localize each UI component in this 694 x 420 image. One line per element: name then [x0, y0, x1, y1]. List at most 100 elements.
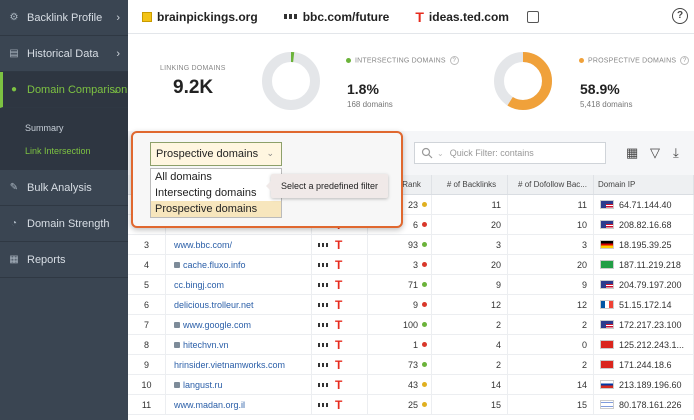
ted-favicon-icon: T: [335, 317, 343, 332]
header-dofollow[interactable]: # of Dofollow Bac...: [508, 175, 594, 194]
header-backlinks[interactable]: # of Backlinks: [432, 175, 508, 194]
help-icon[interactable]: ?: [672, 8, 688, 24]
sidebar-item-reports[interactable]: ▦ Reports: [0, 242, 128, 278]
row-domain-link[interactable]: www.madan.org.il: [174, 400, 245, 410]
sidebar-item-bulk-analysis[interactable]: ✎ Bulk Analysis: [0, 170, 128, 206]
intersecting-count: 168 domains: [347, 100, 393, 109]
predefined-filter-select[interactable]: Prospective domains ⌄: [150, 142, 282, 166]
row-domain-link[interactable]: cc.bingj.com: [174, 280, 224, 290]
prospective-value: 58.9%: [580, 81, 620, 97]
table-row[interactable]: 3 www.bbc.com/T 93 3 3 18.195.39.25: [128, 234, 694, 255]
row-domain[interactable]: langust.ru: [166, 374, 312, 395]
sidebar-item-backlink-profile[interactable]: ⚙ Backlink Profile ›: [0, 0, 128, 36]
row-domain-link[interactable]: langust.ru: [183, 380, 223, 390]
row-domain[interactable]: www.google.com: [166, 314, 312, 335]
row-ip-value: 51.15.172.14: [619, 299, 672, 310]
header-domain-ip[interactable]: Domain IP: [594, 175, 694, 194]
row-ip-value: 208.82.16.68: [619, 219, 672, 230]
rank-dot-icon: [422, 362, 427, 367]
gear-icon: ⚙: [9, 12, 19, 23]
row-ip-value: 171.244.18.6: [619, 359, 672, 370]
row-dofollow: 3: [508, 234, 594, 255]
row-domain[interactable]: www.bbc.com/: [166, 234, 312, 255]
row-rank-value: 93: [407, 239, 418, 250]
table-row[interactable]: 11 www.madan.org.il T 25 15 15 80.178.161.226: [128, 394, 694, 415]
predefined-filter-popup: Prospective domains ⌄ All domains Inters…: [131, 131, 403, 228]
row-rank-value: 71: [407, 279, 418, 290]
chevron-down-icon[interactable]: ⌄: [437, 149, 444, 158]
flag-icon: [600, 400, 614, 409]
row-backlinks: 15: [432, 394, 508, 415]
filter-options-list: All domains Intersecting domains Prospec…: [150, 168, 282, 218]
row-domain[interactable]: cache.fluxo.info: [166, 254, 312, 275]
row-ip-value: 204.79.197.200: [619, 279, 682, 290]
domain-tab-bbc[interactable]: bbc.com/future: [283, 9, 390, 24]
table-row[interactable]: 7 www.google.com T 100 2 2 172.217.23.100: [128, 314, 694, 335]
row-domain[interactable]: www.madan.org.il: [166, 394, 312, 415]
bbc-favicon-icon: [318, 282, 329, 287]
bbc-favicon-icon: [318, 382, 329, 387]
quick-filter-placeholder: Quick Filter: contains: [449, 148, 534, 158]
row-rank-value: 9: [412, 299, 418, 310]
columns-grid-icon[interactable]: ▦: [626, 145, 638, 161]
row-ip-value: 80.178.161.226: [619, 399, 682, 410]
table-row[interactable]: 10 langust.ru T 43 14 14 213.189.196.60: [128, 374, 694, 395]
row-ip-value: 187.11.219.218: [619, 259, 681, 270]
row-backlinks: 3: [432, 234, 508, 255]
row-domain-link[interactable]: cache.fluxo.info: [183, 260, 246, 270]
row-domain-ip: 172.217.23.100: [594, 314, 694, 335]
row-domain-ip: 64.71.144.40: [594, 194, 694, 215]
bbc-favicon-icon: [318, 402, 329, 407]
table-row[interactable]: 9 hrinsider.vietnamworks.com T 73 2 2 171.244.…: [128, 354, 694, 375]
filter-option-intersecting[interactable]: Intersecting domains: [151, 185, 281, 201]
table-row[interactable]: 4 cache.fluxo.info T 3 20 20 187.11.219.218: [128, 254, 694, 275]
lock-icon: [174, 341, 180, 348]
sidebar-item-historical-data[interactable]: ▤ Historical Data ›: [0, 36, 128, 72]
row-domain[interactable]: delicious.trolleur.net: [166, 294, 312, 315]
sidebar-item-domain-comparison[interactable]: ● Domain Comparison ⌄: [0, 72, 128, 108]
row-domain-link[interactable]: hrinsider.vietnamworks.com: [174, 360, 285, 370]
row-rank-value: 3: [412, 259, 418, 270]
row-domain-link[interactable]: hitechvn.vn: [183, 340, 229, 350]
quick-filter-input[interactable]: ⌄ Quick Filter: contains: [414, 142, 606, 164]
table-row[interactable]: 5 cc.bingj.com T 71 9 9 204.79.197.200: [128, 274, 694, 295]
row-domain-ip: 171.244.18.6: [594, 354, 694, 375]
sidebar-subitem-link-intersection[interactable]: Link Intersection: [0, 139, 128, 162]
row-number: 8: [128, 334, 166, 355]
download-icon[interactable]: ⤓: [673, 145, 679, 161]
row-domain-ip: 204.79.197.200: [594, 274, 694, 295]
sidebar-item-domain-strength[interactable]: ◔ Domain Strength: [0, 206, 128, 242]
filter-option-all[interactable]: All domains: [151, 169, 281, 185]
row-domain-link[interactable]: www.bbc.com/: [174, 240, 232, 250]
row-domain-link[interactable]: delicious.trolleur.net: [174, 300, 254, 310]
rank-dot-icon: [422, 262, 427, 267]
row-dofollow: 2: [508, 314, 594, 335]
sidebar-subitem-summary[interactable]: Summary: [0, 116, 128, 139]
domain-tab-label: bbc.com/future: [302, 9, 390, 24]
row-domain[interactable]: hrinsider.vietnamworks.com: [166, 354, 312, 375]
row-domain-ip: 208.82.16.68: [594, 214, 694, 235]
edit-domains-icon[interactable]: [526, 10, 539, 23]
filter-funnel-icon[interactable]: ▽: [650, 145, 660, 161]
intersecting-donut: [262, 52, 320, 110]
help-icon[interactable]: ?: [680, 56, 690, 65]
row-domain-link[interactable]: www.google.com: [183, 320, 251, 330]
help-icon[interactable]: ?: [449, 56, 459, 65]
bbc-favicon-icon: [318, 342, 329, 347]
book-icon: ▤: [9, 48, 19, 59]
domain-tab-brainpickings[interactable]: brainpickings.org: [142, 10, 258, 24]
row-ip-value: 18.195.39.25: [619, 239, 672, 250]
domain-tab-ted[interactable]: T ideas.ted.com: [415, 9, 509, 25]
gauge-icon: ◔: [10, 218, 18, 229]
table-row[interactable]: 8 hitechvn.vn T 1 4 0 125.212.243.1...: [128, 334, 694, 355]
flag-icon: [600, 280, 614, 289]
flag-icon: [600, 320, 614, 329]
filter-option-prospective[interactable]: Prospective domains: [151, 201, 281, 217]
rank-dot-icon: [422, 322, 427, 327]
ted-favicon-icon: T: [335, 277, 343, 292]
row-domain[interactable]: cc.bingj.com: [166, 274, 312, 295]
domain-tabs-bar: brainpickings.org bbc.com/future T ideas…: [128, 0, 694, 34]
bbc-favicon-icon: [283, 14, 298, 19]
table-row[interactable]: 6 delicious.trolleur.net T 9 12 12 51.15.172.1…: [128, 294, 694, 315]
row-domain[interactable]: hitechvn.vn: [166, 334, 312, 355]
